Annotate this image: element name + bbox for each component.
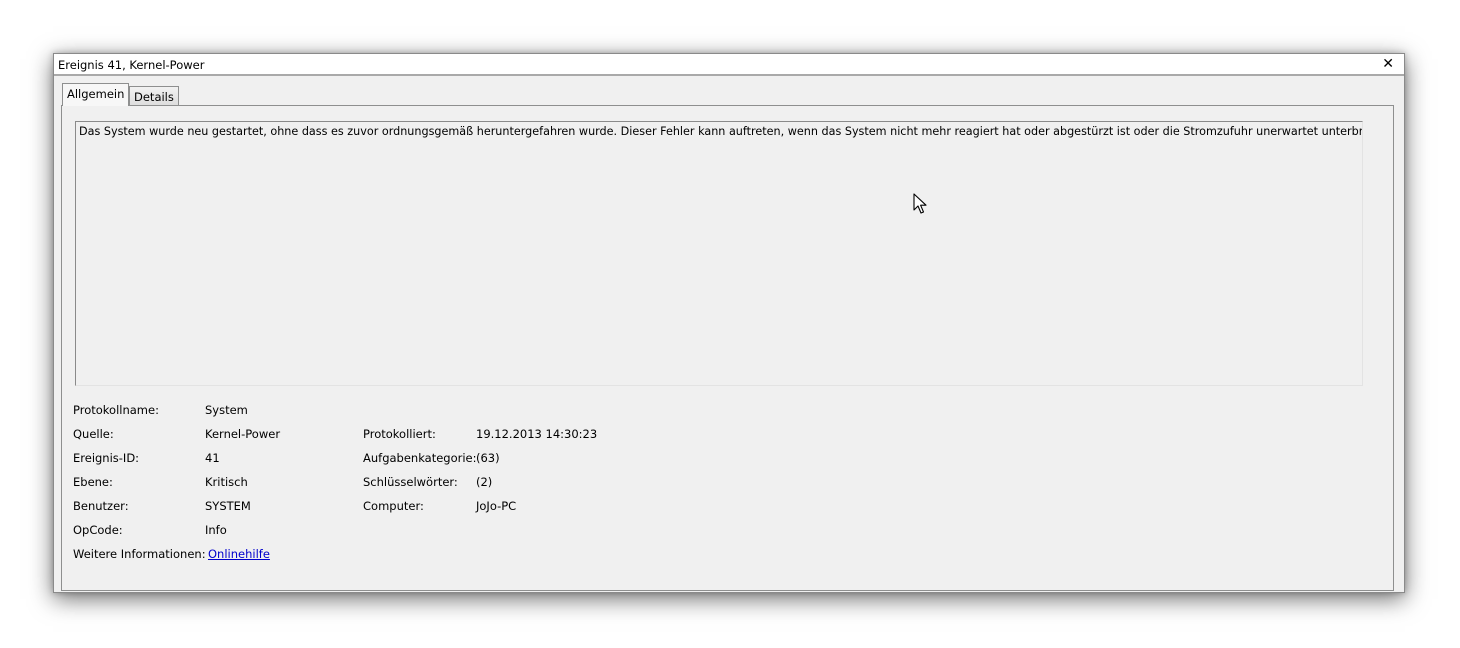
tab-details[interactable]: Details [129,86,179,106]
label-ereignis-id: Ereignis-ID: [73,451,140,465]
value-ereignis-id: 41 [205,451,220,465]
label-quelle: Quelle: [73,427,114,441]
label-opcode: OpCode: [73,523,123,537]
label-ebene: Ebene: [73,475,113,489]
value-ebene: Kritisch [205,475,248,489]
label-protokolliert: Protokolliert: [363,427,436,441]
value-schluesselwoerter: (2) [476,475,493,489]
label-computer: Computer: [363,499,424,513]
label-weitere-informationen: Weitere Informationen: [73,547,206,561]
window-title: Ereignis 41, Kernel-Power [58,58,205,72]
mouse-cursor-icon [913,193,927,214]
tab-label: Details [134,90,174,104]
event-description-box[interactable]: Das System wurde neu gestartet, ohne das… [75,121,1363,386]
onlinehilfe-link[interactable]: Onlinehilfe [208,547,270,561]
close-icon[interactable]: ✕ [1382,55,1394,73]
value-quelle: Kernel-Power [205,427,281,441]
value-protokolliert: 19.12.2013 14:30:23 [476,427,598,441]
title-bar[interactable]: Ereignis 41, Kernel-Power ✕ [54,54,1404,76]
value-benutzer: SYSTEM [205,499,251,513]
event-properties-window: Ereignis 41, Kernel-Power ✕ Allgemein De… [53,53,1405,593]
value-computer: JoJo-PC [476,499,517,513]
label-protokollname: Protokollname: [73,403,159,417]
tab-label: Allgemein [67,87,125,101]
value-protokollname: System [205,403,248,417]
value-opcode: Info [205,523,227,537]
label-schluesselwoerter: Schlüsselwörter: [363,475,458,489]
label-aufgabenkategorie: Aufgabenkategorie: [363,451,477,465]
event-description-text: Das System wurde neu gestartet, ohne das… [79,125,1363,138]
tab-panel-allgemein: Das System wurde neu gestartet, ohne das… [61,105,1394,591]
value-aufgabenkategorie: (63) [476,451,500,465]
label-benutzer: Benutzer: [73,499,129,513]
tab-allgemein[interactable]: Allgemein [62,83,130,106]
